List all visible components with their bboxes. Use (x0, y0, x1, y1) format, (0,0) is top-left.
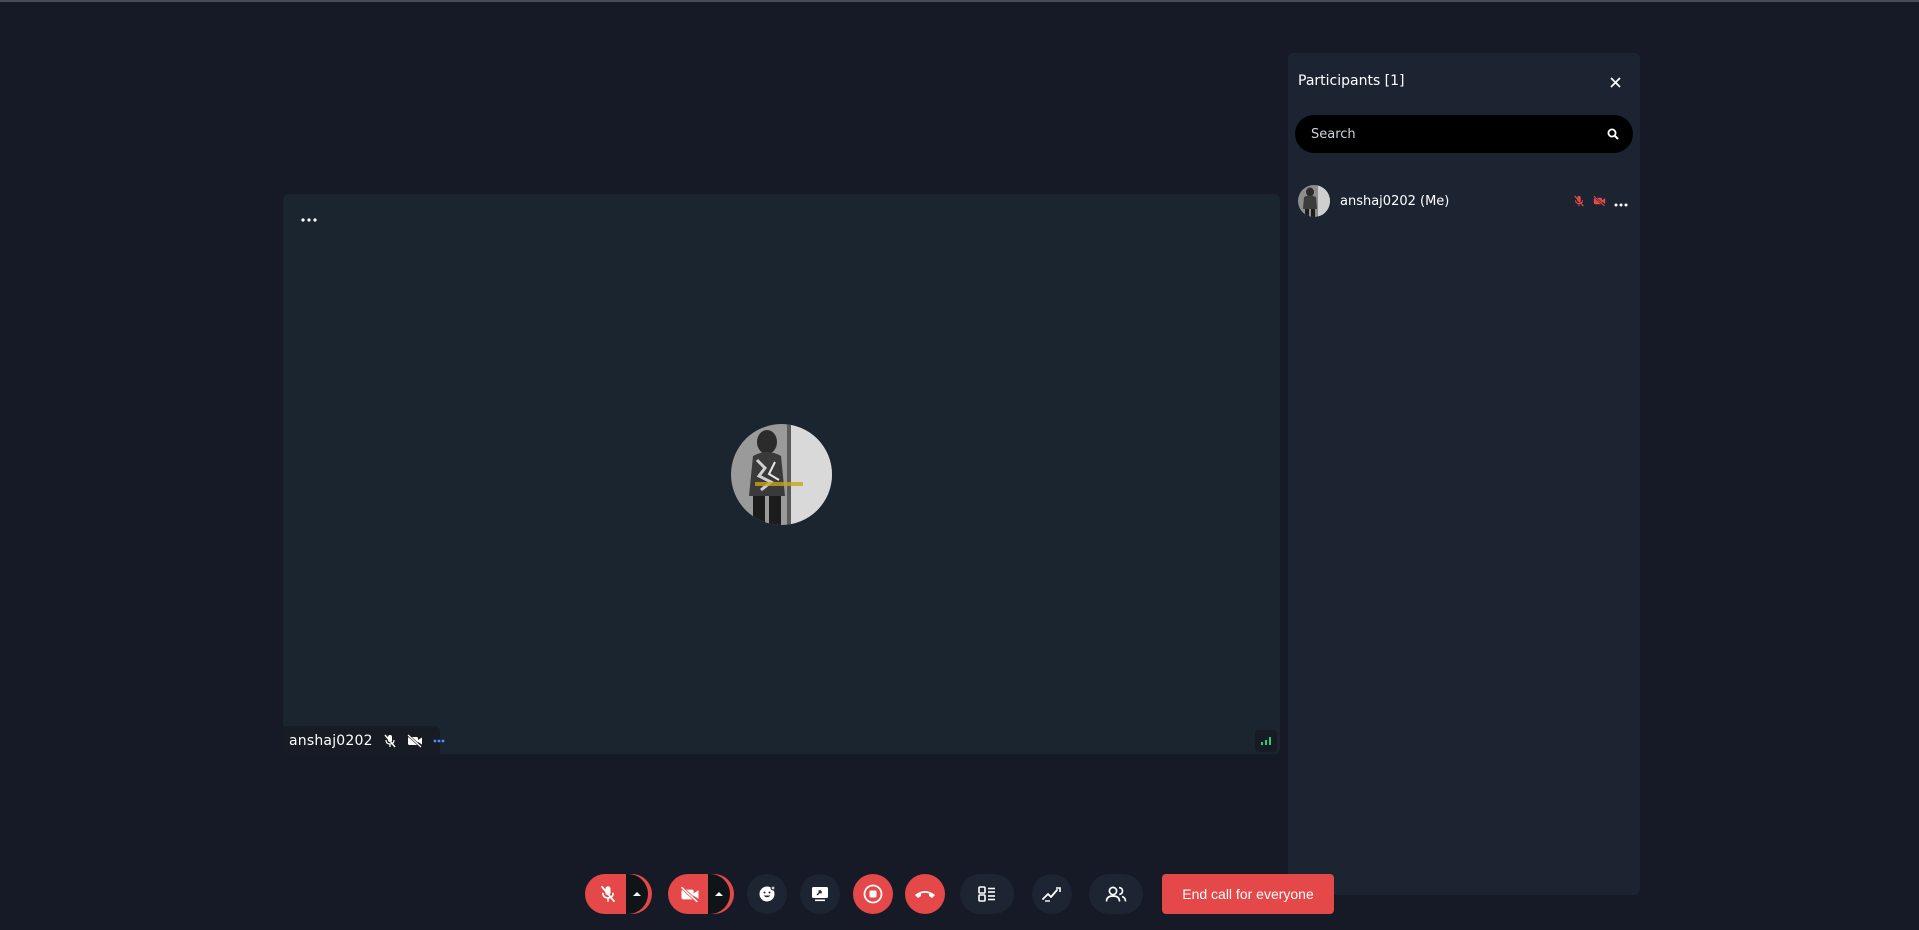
stop-record-icon (863, 884, 883, 904)
screen-share-button[interactable] (800, 874, 840, 914)
window-top-border (0, 0, 1919, 2)
panel-title: Participants [1] (1298, 73, 1405, 89)
participants-panel: Participants [1] anshaj0202 (M (1288, 53, 1640, 895)
whiteboard-button[interactable] (1032, 874, 1072, 914)
mic-off-icon (1573, 192, 1585, 211)
camera-toggle-button (668, 874, 734, 914)
chevron-up-icon (715, 892, 723, 896)
mic-options-button[interactable] (626, 874, 648, 914)
mute-button[interactable] (585, 874, 630, 914)
tile-more-options-button[interactable] (297, 212, 321, 228)
emoji-icon (759, 885, 776, 902)
stop-recording-button[interactable] (853, 874, 893, 914)
tile-name-label: anshaj0202 (283, 726, 445, 754)
reactions-button[interactable] (747, 874, 787, 914)
mic-off-icon (383, 734, 397, 748)
participants-button[interactable] (1089, 874, 1143, 914)
mic-off-icon (600, 885, 615, 903)
participant-more-options-button[interactable] (1614, 192, 1628, 211)
video-tile: anshaj0202 (283, 194, 1280, 754)
more-horizontal-icon[interactable] (433, 739, 445, 743)
participant-search (1295, 115, 1633, 153)
close-icon (1609, 76, 1621, 88)
more-horizontal-icon (1614, 203, 1628, 206)
network-signal-indicator (1255, 730, 1277, 752)
layout-grid-icon (978, 886, 995, 902)
mic-toggle-button (585, 874, 652, 914)
screen-share-icon (812, 887, 828, 902)
search-icon[interactable] (1607, 128, 1619, 140)
search-input[interactable] (1309, 125, 1607, 143)
leave-call-button[interactable] (905, 874, 945, 914)
participant-avatar (731, 424, 832, 525)
signal-bars-icon (1261, 737, 1271, 745)
more-horizontal-icon (301, 218, 317, 222)
tile-participant-name: anshaj0202 (289, 733, 373, 749)
camera-off-icon (680, 885, 699, 903)
video-off-button[interactable] (668, 874, 712, 914)
whiteboard-icon (1042, 887, 1061, 902)
participant-name: anshaj0202 (Me) (1340, 193, 1450, 209)
avatar (1298, 185, 1330, 217)
participant-list-item[interactable]: anshaj0202 (Me) (1298, 184, 1628, 218)
phone-hangup-icon (915, 891, 935, 898)
camera-options-button[interactable] (708, 874, 730, 914)
end-call-for-everyone-button[interactable]: End call for everyone (1162, 874, 1334, 914)
chevron-up-icon (633, 892, 641, 896)
camera-off-icon (406, 734, 423, 748)
camera-off-icon (1593, 192, 1606, 211)
layout-button[interactable] (960, 874, 1014, 914)
close-panel-button[interactable] (1606, 73, 1624, 91)
participants-icon (1105, 886, 1127, 902)
